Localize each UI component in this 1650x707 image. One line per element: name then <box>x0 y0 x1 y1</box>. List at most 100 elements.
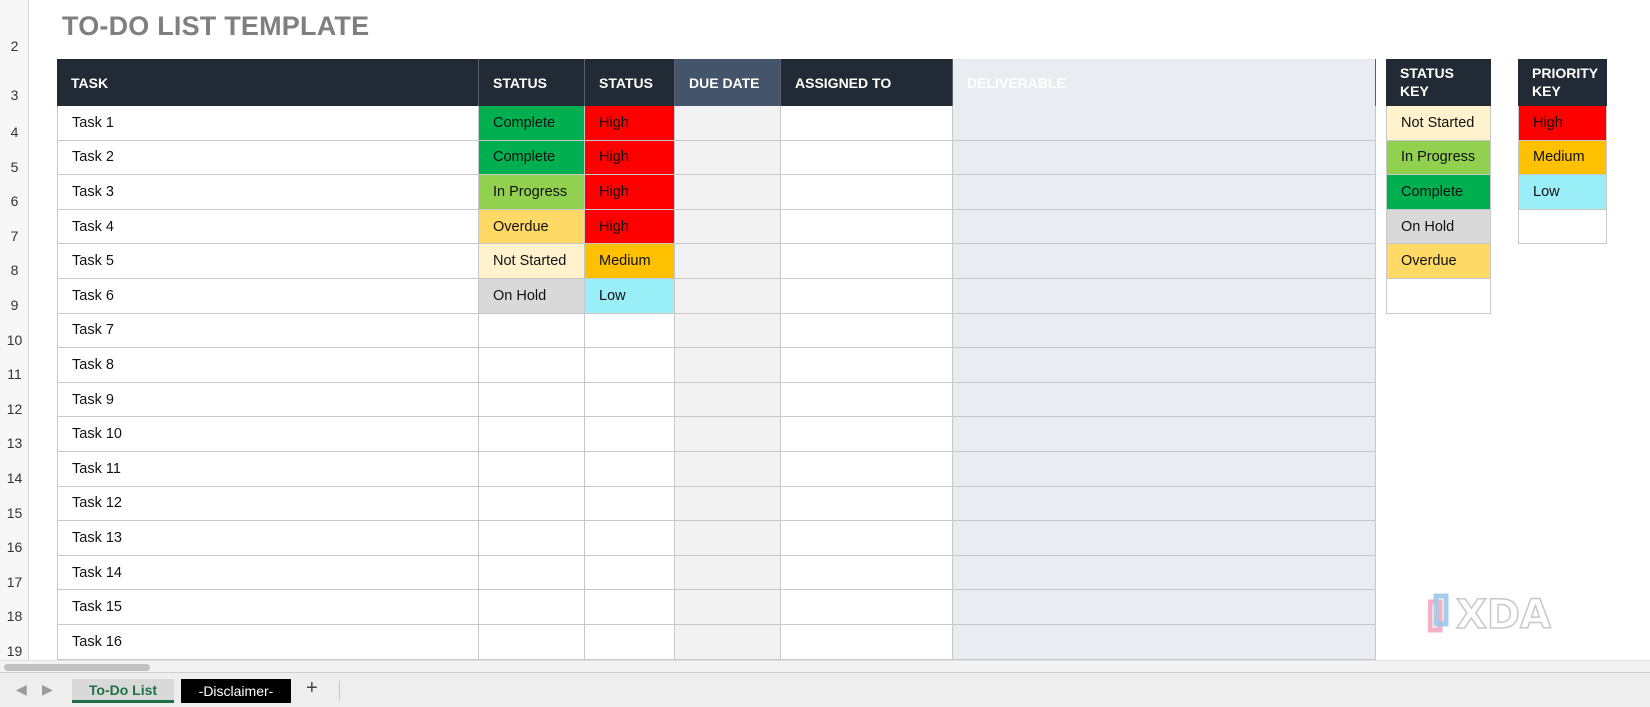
row-number[interactable]: 2 <box>0 38 29 54</box>
assigned-to-cell[interactable] <box>781 624 953 659</box>
due-date-cell[interactable] <box>675 417 781 451</box>
status-cell[interactable]: Complete <box>479 140 585 175</box>
status-cell[interactable] <box>479 348 585 382</box>
status-cell[interactable] <box>479 555 585 590</box>
assigned-to-cell[interactable] <box>781 590 953 624</box>
assigned-to-cell[interactable] <box>781 313 953 348</box>
due-date-cell[interactable] <box>675 451 781 486</box>
status-key-item[interactable]: Not Started <box>1386 106 1491 141</box>
assigned-to-cell[interactable] <box>781 348 953 382</box>
deliverable-cell[interactable] <box>953 451 1376 486</box>
header-deliverable[interactable]: DELIVERABLE <box>953 59 1376 106</box>
priority-cell[interactable] <box>585 382 675 417</box>
task-cell[interactable]: Task 12 <box>57 486 479 521</box>
assigned-to-cell[interactable] <box>781 175 953 209</box>
status-cell[interactable] <box>479 486 585 521</box>
chevron-right-icon[interactable]: ▶ <box>42 681 53 698</box>
due-date-cell[interactable] <box>675 244 781 278</box>
deliverable-cell[interactable] <box>953 209 1376 244</box>
deliverable-cell[interactable] <box>953 244 1376 278</box>
row-number[interactable]: 11 <box>0 366 29 382</box>
header-assigned-to[interactable]: ASSIGNED TO <box>781 59 953 106</box>
status-cell[interactable] <box>479 521 585 555</box>
row-number[interactable]: 7 <box>0 228 29 244</box>
assigned-to-cell[interactable] <box>781 106 953 140</box>
due-date-cell[interactable] <box>675 624 781 659</box>
header-status[interactable]: STATUS <box>479 59 585 106</box>
priority-key-item[interactable]: High <box>1518 106 1607 141</box>
task-cell[interactable]: Task 15 <box>57 590 479 624</box>
priority-cell[interactable]: Low <box>585 278 675 313</box>
header-priority[interactable]: STATUS <box>585 59 675 106</box>
row-number[interactable]: 19 <box>0 643 29 659</box>
status-cell[interactable]: In Progress <box>479 175 585 209</box>
deliverable-cell[interactable] <box>953 590 1376 624</box>
priority-cell[interactable] <box>585 451 675 486</box>
assigned-to-cell[interactable] <box>781 382 953 417</box>
horizontal-scrollbar[interactable] <box>0 660 1650 672</box>
task-cell[interactable]: Task 7 <box>57 313 479 348</box>
due-date-cell[interactable] <box>675 313 781 348</box>
deliverable-cell[interactable] <box>953 555 1376 590</box>
assigned-to-cell[interactable] <box>781 244 953 278</box>
status-cell[interactable]: On Hold <box>479 278 585 313</box>
row-number[interactable]: 17 <box>0 574 29 590</box>
assigned-to-cell[interactable] <box>781 486 953 521</box>
priority-key-item[interactable] <box>1518 209 1607 245</box>
status-cell[interactable] <box>479 451 585 486</box>
deliverable-cell[interactable] <box>953 417 1376 451</box>
task-cell[interactable]: Task 5 <box>57 244 479 278</box>
task-cell[interactable]: Task 16 <box>57 624 479 659</box>
assigned-to-cell[interactable] <box>781 555 953 590</box>
priority-cell[interactable]: High <box>585 106 675 140</box>
sheet-tab-disclaimer[interactable]: -Disclaimer- <box>181 679 291 703</box>
task-cell[interactable]: Task 4 <box>57 209 479 244</box>
row-number[interactable]: 12 <box>0 401 29 417</box>
status-cell[interactable] <box>479 624 585 659</box>
deliverable-cell[interactable] <box>953 140 1376 175</box>
status-key-item[interactable]: In Progress <box>1386 140 1491 176</box>
status-cell[interactable]: Complete <box>479 106 585 140</box>
priority-cell[interactable] <box>585 590 675 624</box>
priority-key-item[interactable]: Low <box>1518 175 1607 210</box>
status-key-header[interactable]: STATUS KEY <box>1386 59 1491 106</box>
due-date-cell[interactable] <box>675 175 781 209</box>
priority-key-item[interactable]: Medium <box>1518 140 1607 176</box>
row-number[interactable]: 4 <box>0 124 29 140</box>
due-date-cell[interactable] <box>675 486 781 521</box>
priority-cell[interactable] <box>585 313 675 348</box>
task-cell[interactable]: Task 10 <box>57 417 479 451</box>
scrollbar-thumb[interactable] <box>4 664 150 671</box>
task-cell[interactable]: Task 14 <box>57 555 479 590</box>
row-number[interactable]: 3 <box>0 87 29 103</box>
status-cell[interactable]: Not Started <box>479 244 585 278</box>
priority-cell[interactable] <box>585 521 675 555</box>
task-cell[interactable]: Task 6 <box>57 278 479 313</box>
task-cell[interactable]: Task 11 <box>57 451 479 486</box>
due-date-cell[interactable] <box>675 278 781 313</box>
priority-cell[interactable]: High <box>585 140 675 175</box>
priority-cell[interactable] <box>585 624 675 659</box>
due-date-cell[interactable] <box>675 555 781 590</box>
priority-cell[interactable]: High <box>585 209 675 244</box>
due-date-cell[interactable] <box>675 348 781 382</box>
priority-cell[interactable]: High <box>585 175 675 209</box>
deliverable-cell[interactable] <box>953 106 1376 140</box>
deliverable-cell[interactable] <box>953 382 1376 417</box>
assigned-to-cell[interactable] <box>781 451 953 486</box>
status-cell[interactable]: Overdue <box>479 209 585 244</box>
status-key-item[interactable]: Complete <box>1386 175 1491 210</box>
status-key-item[interactable]: Overdue <box>1386 244 1491 279</box>
priority-cell[interactable]: Medium <box>585 244 675 278</box>
priority-cell[interactable] <box>585 486 675 521</box>
row-number[interactable]: 6 <box>0 193 29 209</box>
deliverable-cell[interactable] <box>953 624 1376 659</box>
status-cell[interactable] <box>479 590 585 624</box>
assigned-to-cell[interactable] <box>781 140 953 175</box>
row-number[interactable]: 10 <box>0 332 29 348</box>
row-number[interactable]: 9 <box>0 297 29 313</box>
row-number[interactable]: 15 <box>0 505 29 521</box>
task-cell[interactable]: Task 9 <box>57 382 479 417</box>
status-key-item[interactable] <box>1386 278 1491 314</box>
assigned-to-cell[interactable] <box>781 521 953 555</box>
